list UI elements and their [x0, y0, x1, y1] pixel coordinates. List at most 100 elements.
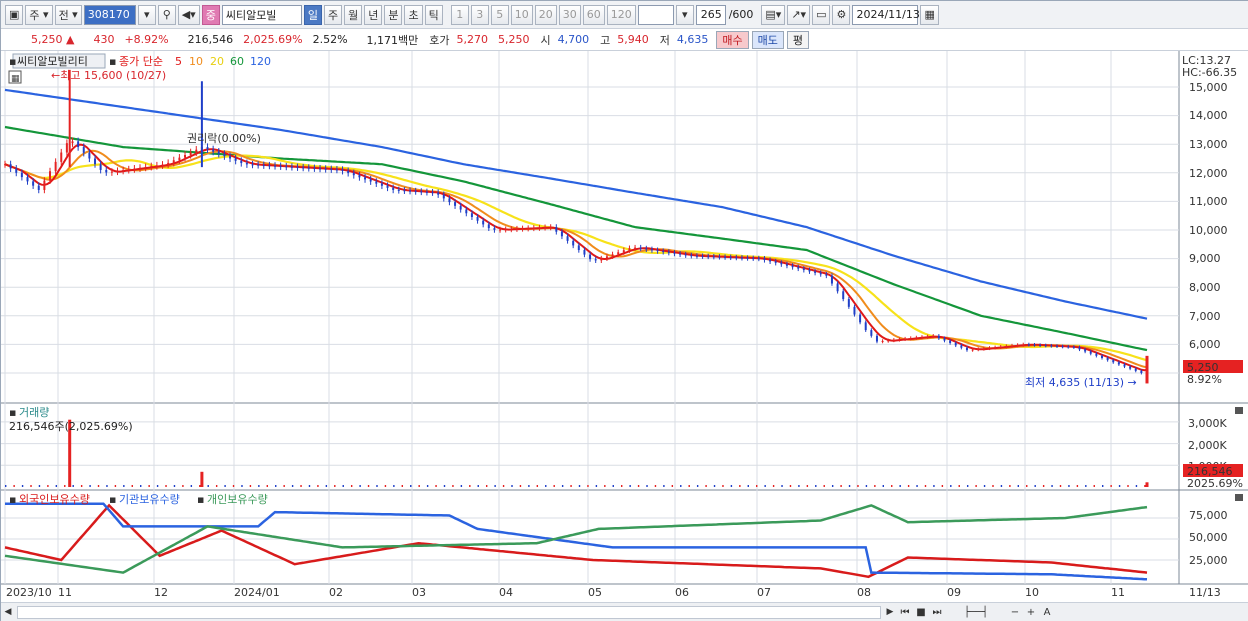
candle-body — [1039, 345, 1042, 347]
volume-bar — [815, 485, 817, 487]
n-button-120[interactable]: 120 — [606, 4, 636, 25]
zoom-out-icon[interactable]: − — [1008, 605, 1022, 620]
candle-body — [206, 147, 209, 150]
candle-body — [1078, 347, 1081, 350]
volume-bar — [300, 485, 302, 487]
candle-body — [802, 268, 805, 271]
volume-bar — [410, 485, 412, 487]
volume-bar — [452, 485, 454, 487]
volume-bar — [200, 471, 204, 487]
candle-body — [510, 229, 513, 231]
volume-dot: ▪ — [9, 406, 16, 419]
volume-bar — [173, 485, 176, 487]
custom-n-dropdown-icon[interactable]: ▾ — [675, 4, 694, 25]
tf-button-day[interactable]: 일 — [303, 4, 322, 25]
scroll-right-icon[interactable]: ▶ — [883, 605, 897, 620]
buy-button[interactable]: 매수 — [716, 30, 749, 49]
candle-body — [909, 338, 912, 340]
gear-icon[interactable]: ⚙ — [832, 4, 851, 25]
volume-bar — [131, 485, 133, 487]
search-icon[interactable]: ⚲ — [157, 4, 176, 25]
scroll-left-icon[interactable]: ◀ — [1, 605, 15, 620]
zoom-slider[interactable]: ├──┤ — [946, 605, 1006, 620]
candle-body — [65, 143, 68, 153]
window-menu-icon[interactable]: ▣ — [5, 4, 24, 25]
candle-body — [26, 177, 29, 182]
stop-icon[interactable]: ■ — [914, 605, 928, 620]
font-icon[interactable]: A — [1040, 605, 1054, 620]
sound-icon[interactable]: ◀▾ — [177, 4, 200, 25]
scroll-track[interactable] — [17, 605, 881, 619]
volume-bar — [443, 485, 446, 487]
calendar-icon[interactable]: ▦ — [920, 4, 939, 25]
save-icon[interactable]: ▭ — [812, 4, 831, 25]
n-button-10[interactable]: 10 — [510, 4, 533, 25]
price-tick: 7,000 — [1189, 310, 1221, 323]
candle-body — [54, 161, 57, 172]
volume-bar — [595, 485, 598, 487]
n-button-5[interactable]: 5 — [490, 4, 509, 25]
stock-chart[interactable]: ▪ 씨티알모빌리티 ▪ 종가 단순 5 10 20 60 120 ▦ LC:13… — [1, 51, 1248, 602]
volume-bar — [570, 485, 572, 487]
candle-body — [262, 165, 265, 167]
drawing-tool-icon[interactable]: ↗▾ — [787, 4, 811, 25]
tf-button-tick[interactable]: 틱 — [424, 4, 443, 25]
period-select[interactable]: 주 ▾ — [25, 4, 53, 25]
candle-body — [1072, 346, 1075, 348]
stock-code-input[interactable]: 308170 — [83, 4, 136, 25]
volume-bar — [469, 485, 471, 487]
candle-body — [645, 248, 648, 250]
tf-button-week[interactable]: 주 — [323, 4, 343, 25]
tf-button-minute[interactable]: 분 — [384, 4, 403, 25]
candle-body — [836, 283, 839, 292]
volume-bar — [722, 485, 724, 487]
tf-button-month[interactable]: 월 — [344, 4, 363, 25]
volume-bar — [1110, 485, 1112, 487]
candle-body — [1027, 344, 1030, 346]
n-button-3[interactable]: 3 — [470, 4, 489, 25]
candle-body — [639, 247, 642, 249]
x-tick: 04 — [499, 586, 513, 599]
code-dropdown-icon[interactable]: ▾ — [137, 4, 156, 25]
high-note: ←최고 15,600 (10/27) — [51, 69, 166, 82]
turnover-pct: 2.52% — [312, 33, 348, 46]
prev-select[interactable]: 전 ▾ — [54, 4, 82, 25]
volume-panel-close-icon[interactable] — [1235, 407, 1243, 414]
sell-button[interactable]: 매도 — [751, 30, 784, 49]
volume-bar — [435, 485, 437, 487]
date-input[interactable]: 2024/11/13 — [852, 4, 920, 25]
last-page-icon[interactable]: ⏭ — [930, 605, 944, 620]
bar-count-input[interactable]: 265 — [695, 4, 726, 25]
first-page-icon[interactable]: ⏮ — [898, 605, 912, 620]
volume-bar — [1118, 485, 1121, 487]
tf-button-year[interactable]: 년 — [364, 4, 383, 25]
candle-body — [240, 160, 243, 164]
candle-body — [994, 347, 997, 349]
n-button-1[interactable]: 1 — [450, 4, 469, 25]
candle-body — [808, 270, 811, 272]
candle-body — [707, 256, 710, 258]
candle-body — [949, 340, 952, 343]
holding-legend-institution: 기관보유수량 — [119, 493, 180, 506]
n-button-30[interactable]: 30 — [558, 4, 581, 25]
volume-bar — [1145, 482, 1149, 487]
volume-bar — [764, 485, 766, 487]
n-button-20[interactable]: 20 — [534, 4, 557, 25]
candle-body — [60, 152, 63, 162]
volume-bar — [553, 485, 555, 487]
volume-bar — [55, 485, 58, 487]
stock-name-field[interactable]: 씨티알모빌 — [221, 4, 302, 25]
n-button-60[interactable]: 60 — [582, 4, 605, 25]
custom-n-input[interactable] — [637, 4, 674, 25]
candle-body — [217, 151, 220, 154]
volume-bar — [789, 485, 792, 487]
candle-body — [549, 227, 552, 229]
eval-button[interactable]: 평 — [786, 30, 810, 49]
indicator-icon[interactable]: ▤▾ — [761, 4, 786, 25]
ma-label: 종가 단순 — [119, 55, 163, 68]
holding-panel-close-icon[interactable] — [1235, 494, 1243, 501]
zoom-in-icon[interactable]: + — [1024, 605, 1038, 620]
volume-bar — [123, 485, 125, 487]
volume-bar — [730, 485, 733, 487]
tf-button-second[interactable]: 초 — [404, 4, 423, 25]
